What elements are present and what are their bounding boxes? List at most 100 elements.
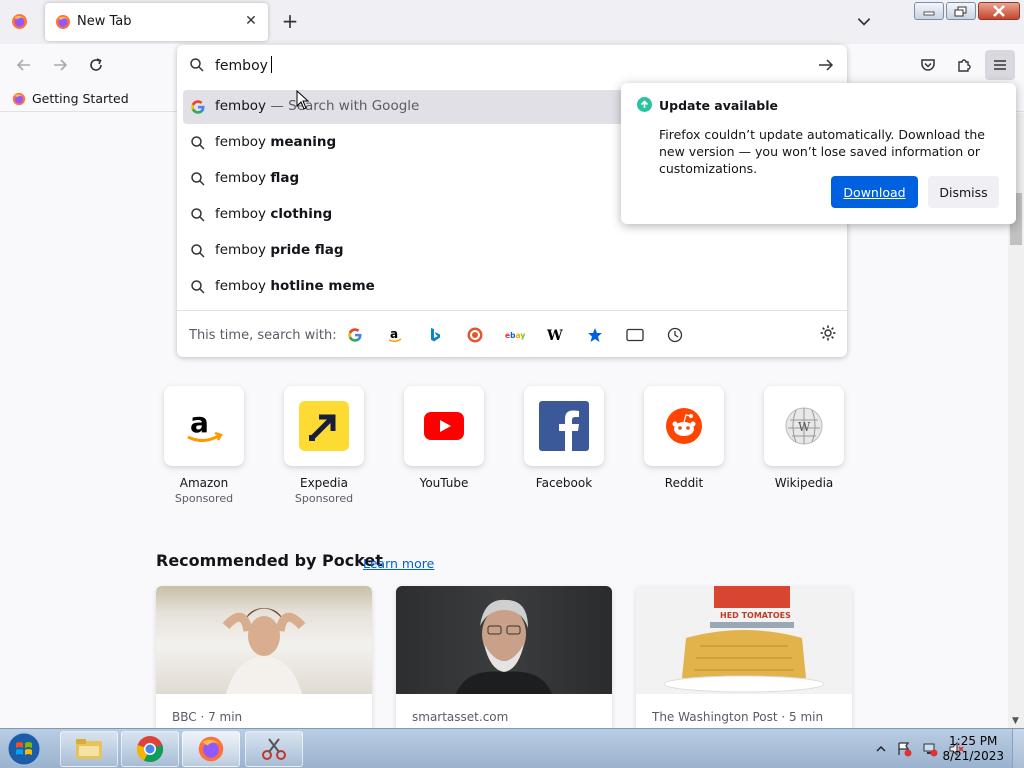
pocket-section-title: Recommended by Pocket bbox=[156, 551, 383, 570]
older-man-photo bbox=[456, 599, 552, 694]
taskbar-chrome-button[interactable] bbox=[121, 731, 179, 767]
dismiss-button[interactable]: Dismiss bbox=[928, 176, 999, 208]
save-to-pocket-button[interactable] bbox=[916, 53, 940, 77]
suggestion-text: femboy bbox=[215, 170, 271, 186]
network-icon[interactable] bbox=[922, 741, 938, 757]
new-tab-button[interactable]: + bbox=[279, 11, 301, 33]
top-site-amazon[interactable]: a Amazon Sponsored bbox=[164, 386, 244, 505]
bookmark-label: Getting Started bbox=[32, 91, 129, 106]
engine-google-button[interactable] bbox=[344, 324, 366, 346]
reload-icon bbox=[90, 58, 102, 71]
search-bookmarks-button[interactable] bbox=[584, 324, 606, 346]
firefox-view-icon[interactable] bbox=[11, 13, 28, 30]
reddit-logo-icon bbox=[666, 408, 702, 444]
engine-ebay-button[interactable]: ebay bbox=[504, 324, 526, 346]
search-icon bbox=[191, 244, 205, 258]
pocket-icon bbox=[921, 59, 935, 71]
scroll-down-arrow-icon[interactable]: ▼ bbox=[1012, 716, 1019, 726]
top-site-tile bbox=[644, 386, 724, 466]
svg-text:a: a bbox=[390, 327, 398, 341]
app-menu-button[interactable] bbox=[985, 50, 1015, 80]
search-icon bbox=[190, 58, 204, 72]
minimize-button[interactable] bbox=[914, 2, 944, 20]
pocket-card-image bbox=[396, 586, 612, 694]
engine-amazon-button[interactable]: a bbox=[384, 324, 406, 346]
facebook-logo-icon bbox=[539, 401, 589, 451]
gear-icon[interactable] bbox=[819, 324, 837, 342]
top-site-wikipedia[interactable]: W Wikipedia bbox=[764, 386, 844, 490]
suggestion-text: femboy bbox=[215, 98, 267, 114]
taskbar-clock[interactable]: 1:25 PM 8/21/2023 bbox=[942, 734, 1004, 764]
address-bar[interactable]: femboy bbox=[177, 45, 847, 85]
top-site-name: Facebook bbox=[535, 476, 593, 490]
scissors-icon bbox=[262, 738, 286, 760]
top-site-tile: a bbox=[164, 386, 244, 466]
tab-strip: New Tab ✕ + bbox=[0, 0, 1024, 44]
top-site-name: Amazon bbox=[179, 476, 229, 490]
taskbar-firefox-button[interactable] bbox=[182, 731, 240, 767]
pocket-card[interactable]: HED TOMATOES The Washington Post · 5 min bbox=[636, 586, 852, 728]
suggestion-completion: hotline meme bbox=[270, 278, 375, 294]
list-all-tabs-icon[interactable] bbox=[855, 12, 873, 30]
reload-button[interactable] bbox=[84, 53, 108, 77]
firefox-icon bbox=[12, 92, 26, 105]
show-desktop-button[interactable] bbox=[1012, 729, 1024, 768]
top-site-reddit[interactable]: Reddit bbox=[644, 386, 724, 490]
one-off-label: This time, search with: bbox=[189, 328, 337, 343]
search-icon bbox=[191, 136, 205, 150]
restore-button[interactable] bbox=[946, 2, 976, 20]
taskbar-explorer-button[interactable] bbox=[60, 731, 118, 767]
pocket-card[interactable]: smartasset.com bbox=[396, 586, 612, 728]
search-history-button[interactable] bbox=[664, 324, 686, 346]
amazon-logo-icon: a bbox=[187, 408, 223, 442]
star-icon bbox=[588, 328, 602, 342]
address-input[interactable]: femboy bbox=[215, 56, 272, 74]
top-site-expedia[interactable]: Expedia Sponsored bbox=[284, 386, 364, 505]
suggestion-completion: clothing bbox=[270, 206, 333, 222]
bing-icon bbox=[431, 328, 440, 342]
search-icon bbox=[191, 208, 205, 222]
pocket-card-source: BBC · 7 min bbox=[172, 710, 243, 724]
close-tab-icon[interactable]: ✕ bbox=[242, 12, 260, 30]
search-tabs-button[interactable] bbox=[624, 324, 646, 346]
download-button[interactable]: Download bbox=[831, 176, 918, 208]
forward-button[interactable] bbox=[48, 53, 72, 77]
ebay-icon: ebay bbox=[505, 331, 525, 340]
svg-text:HED TOMATOES: HED TOMATOES bbox=[720, 611, 791, 620]
top-site-tile bbox=[524, 386, 604, 466]
suggestion-row[interactable]: femboy pride flag bbox=[183, 234, 841, 268]
suggestion-completion: meaning bbox=[270, 134, 337, 150]
address-input-value: femboy bbox=[215, 58, 268, 74]
pocket-card-image: HED TOMATOES bbox=[636, 586, 852, 694]
engine-wikipedia-button[interactable]: W bbox=[544, 324, 566, 346]
bookmark-getting-started[interactable]: Getting Started bbox=[12, 91, 129, 106]
tab-new-tab[interactable]: New Tab ✕ bbox=[45, 3, 268, 41]
suggestion-row[interactable]: femboy hotline meme bbox=[183, 270, 841, 304]
firefox-icon bbox=[56, 15, 70, 29]
engine-bing-button[interactable] bbox=[424, 324, 446, 346]
back-button[interactable] bbox=[12, 53, 36, 77]
arrow-left-icon bbox=[16, 59, 30, 71]
restore-icon bbox=[954, 6, 967, 16]
engine-duckduckgo-button[interactable] bbox=[464, 324, 486, 346]
mouse-cursor-icon bbox=[296, 90, 310, 110]
pocket-learn-more-link[interactable]: Learn more bbox=[363, 556, 434, 571]
top-site-facebook[interactable]: Facebook bbox=[524, 386, 604, 490]
suggestion-text: femboy bbox=[215, 242, 271, 258]
start-button[interactable] bbox=[4, 731, 44, 767]
windows-taskbar: 1:25 PM 8/21/2023 bbox=[0, 728, 1024, 768]
go-arrow-icon[interactable] bbox=[817, 56, 835, 74]
pocket-card[interactable]: BBC · 7 min bbox=[156, 586, 372, 728]
taskbar-snipping-tool-button[interactable] bbox=[245, 731, 303, 767]
pocket-card-source: The Washington Post · 5 min bbox=[652, 710, 824, 724]
suggestion-text: femboy bbox=[215, 206, 271, 222]
extensions-button[interactable] bbox=[952, 53, 976, 77]
close-window-button[interactable] bbox=[978, 2, 1020, 20]
top-site-name: Reddit bbox=[664, 476, 704, 490]
action-center-flag-icon[interactable] bbox=[896, 741, 912, 757]
svg-text:W: W bbox=[798, 420, 811, 434]
svg-text:W: W bbox=[546, 328, 563, 343]
svg-text:a: a bbox=[190, 408, 209, 439]
top-site-youtube[interactable]: YouTube bbox=[404, 386, 484, 490]
show-hidden-icons-icon[interactable] bbox=[876, 744, 886, 754]
